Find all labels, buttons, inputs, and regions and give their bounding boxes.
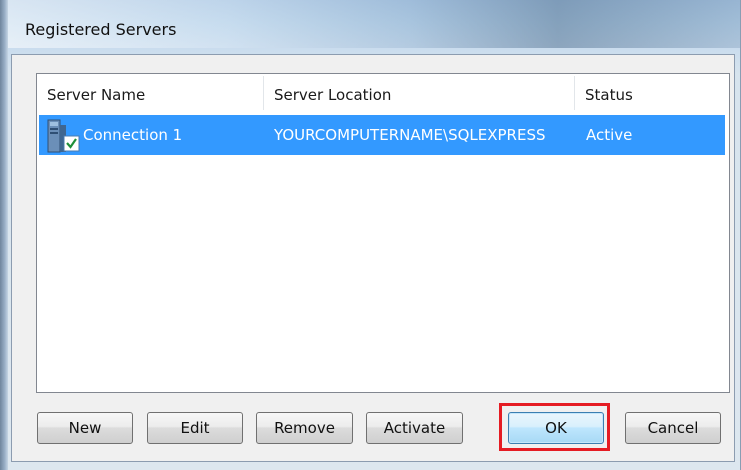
list-header: Server Name Server Location Status: [37, 74, 729, 112]
ok-button[interactable]: OK: [508, 412, 604, 444]
registered-servers-dialog: Registered Servers Server Name Server Lo…: [0, 0, 741, 470]
server-connection-icon: [46, 119, 80, 153]
window-title: Registered Servers: [25, 20, 177, 39]
new-button[interactable]: New: [37, 412, 133, 444]
activate-button[interactable]: Activate: [366, 412, 463, 444]
window-frame-edge: [0, 0, 8, 470]
cancel-button[interactable]: Cancel: [625, 412, 721, 444]
row-status: Active: [586, 126, 633, 144]
edit-button[interactable]: Edit: [147, 412, 243, 444]
column-header-server-location[interactable]: Server Location: [264, 74, 574, 112]
row-server-name: Connection 1: [83, 126, 183, 144]
remove-button[interactable]: Remove: [256, 412, 353, 444]
column-header-server-name[interactable]: Server Name: [37, 74, 263, 112]
title-bar[interactable]: Registered Servers: [8, 0, 740, 48]
table-row[interactable]: Connection 1 YOURCOMPUTERNAME\SQLEXPRESS…: [39, 115, 725, 155]
column-header-status[interactable]: Status: [575, 74, 729, 112]
row-server-location: YOURCOMPUTERNAME\SQLEXPRESS: [274, 126, 546, 144]
dialog-client-area: Server Name Server Location Status Conne…: [11, 54, 735, 462]
servers-list-view[interactable]: Server Name Server Location Status Conne…: [36, 73, 730, 393]
